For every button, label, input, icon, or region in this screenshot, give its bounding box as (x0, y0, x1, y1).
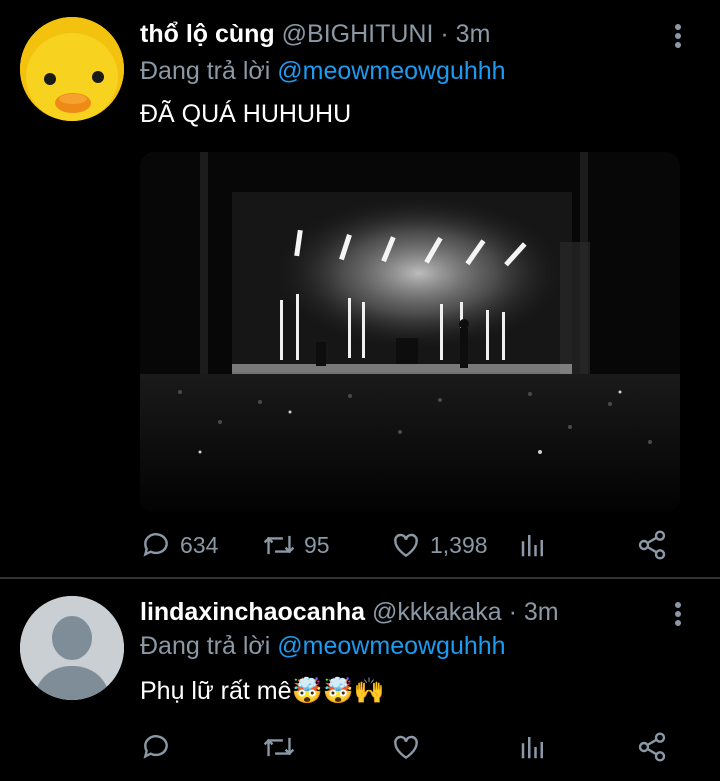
more-options-icon[interactable] (668, 22, 688, 52)
reply-mention-link[interactable]: @meowmeowguhhh (277, 632, 505, 660)
reply-button[interactable] (140, 727, 172, 767)
tweet-text: Phụ lữ rất mê🤯🤯🙌 (140, 677, 385, 705)
reply-prefix: Đang trả lời (140, 57, 271, 85)
retweet-button[interactable] (262, 727, 296, 767)
handle[interactable]: @BIGHITUNI (282, 20, 434, 48)
display-name[interactable]: lindaxinchaocanha (140, 598, 365, 626)
tweet-actions: 634 95 1,398 (140, 525, 680, 565)
heart-icon (394, 533, 418, 558)
like-count: 1,398 (430, 531, 488, 558)
handle[interactable]: @kkkakaka (372, 598, 502, 626)
display-name[interactable]: thổ lộ cùng (140, 20, 275, 48)
avatar-duck-icon[interactable] (20, 17, 124, 121)
reply-context: Đang trả lời @meowmeowguhhh (140, 57, 506, 86)
share-icon (638, 530, 666, 560)
analytics-icon (521, 737, 543, 759)
reply-context: Đang trả lời @meowmeowguhhh (140, 632, 506, 661)
timestamp[interactable]: · 3m (440, 20, 490, 48)
reply-button[interactable]: 634 (140, 525, 218, 565)
tweet-actions (140, 727, 680, 767)
timestamp[interactable]: · 3m (509, 598, 559, 626)
analytics-button[interactable] (518, 727, 548, 767)
tweet-header: thổ lộ cùng @BIGHITUNI · 3m (140, 20, 490, 49)
reply-icon (143, 735, 168, 759)
heart-icon (394, 735, 418, 760)
retweet-icon (263, 737, 295, 757)
tweet-header: lindaxinchaocanha @kkkakaka · 3m (140, 598, 559, 627)
more-options-icon[interactable] (668, 600, 688, 630)
like-button[interactable]: 1,398 (390, 525, 488, 565)
reply-mention-link[interactable]: @meowmeowguhhh (277, 57, 505, 85)
reply-icon (143, 533, 168, 557)
concert-photo[interactable] (140, 152, 680, 512)
reply-count: 634 (180, 531, 219, 558)
retweet-button[interactable]: 95 (262, 525, 330, 565)
like-button[interactable] (390, 727, 422, 767)
share-button[interactable] (636, 727, 668, 767)
share-icon (638, 732, 666, 762)
tweet-text: ĐÃ QUÁ HUHUHU (140, 100, 352, 128)
retweet-icon (263, 535, 295, 555)
analytics-button[interactable] (518, 525, 548, 565)
retweet-count: 95 (304, 531, 330, 558)
analytics-icon (521, 535, 543, 557)
reply-prefix: Đang trả lời (140, 632, 271, 660)
default-avatar-icon[interactable] (20, 596, 124, 700)
share-button[interactable] (636, 525, 668, 565)
